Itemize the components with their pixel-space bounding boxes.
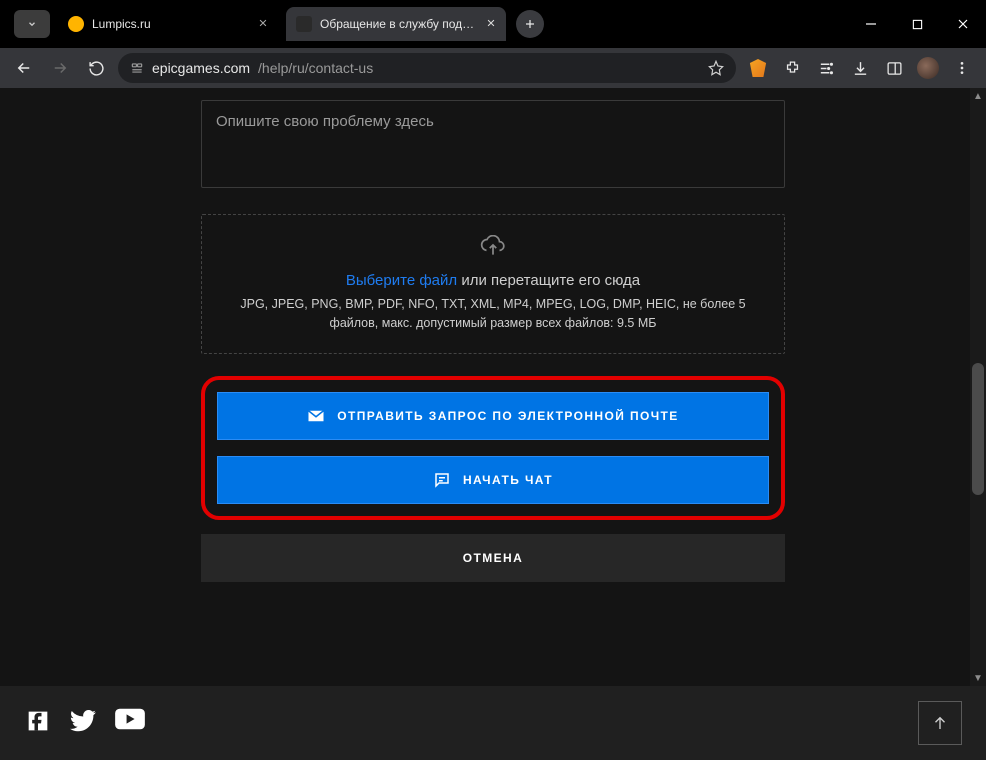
send-email-request-button[interactable]: ОТПРАВИТЬ ЗАПРОС ПО ЭЛЕКТРОННОЙ ПОЧТЕ bbox=[217, 392, 769, 440]
browser-toolbar: epicgames.com/help/ru/contact-us bbox=[0, 48, 986, 88]
reload-button[interactable] bbox=[82, 54, 110, 82]
browser-titlebar: Lumpics.ru Обращение в службу поддер bbox=[0, 0, 986, 48]
youtube-icon[interactable] bbox=[114, 707, 146, 740]
textarea-placeholder: Опишите свою проблему здесь bbox=[216, 113, 434, 130]
tab-label: Обращение в службу поддер bbox=[320, 17, 478, 31]
button-label: НАЧАТЬ ЧАТ bbox=[463, 473, 553, 487]
file-upload-dropzone[interactable]: Выберите файл или перетащите его сюда JP… bbox=[201, 214, 785, 354]
tab-label: Lumpics.ru bbox=[92, 17, 250, 31]
profile-avatar[interactable] bbox=[914, 54, 942, 82]
downloads-icon[interactable] bbox=[846, 54, 874, 82]
cloud-upload-icon bbox=[216, 235, 770, 262]
scroll-up-icon[interactable]: ▲ bbox=[970, 88, 986, 104]
page-content: Опишите свою проблему здесь Выберите фай… bbox=[0, 88, 986, 760]
close-icon[interactable] bbox=[486, 17, 496, 31]
epic-favicon-icon bbox=[296, 16, 312, 32]
new-tab-button[interactable] bbox=[516, 10, 544, 38]
back-button[interactable] bbox=[10, 54, 38, 82]
scrollbar-thumb[interactable] bbox=[972, 363, 984, 495]
url-path: /help/ru/contact-us bbox=[258, 60, 373, 76]
site-settings-icon[interactable] bbox=[130, 61, 144, 75]
profile-search-button[interactable] bbox=[14, 10, 50, 38]
arrow-up-icon bbox=[931, 714, 949, 732]
chat-icon bbox=[433, 471, 451, 489]
metamask-extension-icon[interactable] bbox=[744, 54, 772, 82]
twitter-icon[interactable] bbox=[68, 707, 98, 740]
back-to-top-button[interactable] bbox=[918, 701, 962, 745]
menu-icon[interactable] bbox=[948, 54, 976, 82]
vertical-scrollbar[interactable]: ▲ ▼ bbox=[970, 88, 986, 686]
star-icon[interactable] bbox=[708, 60, 724, 76]
start-chat-button[interactable]: НАЧАТЬ ЧАТ bbox=[217, 456, 769, 504]
address-bar[interactable]: epicgames.com/help/ru/contact-us bbox=[118, 53, 736, 83]
window-controls bbox=[848, 0, 986, 48]
extensions-icon[interactable] bbox=[778, 54, 806, 82]
close-icon[interactable] bbox=[258, 17, 268, 31]
tab-epic-support[interactable]: Обращение в службу поддер bbox=[286, 7, 506, 41]
page-footer bbox=[0, 686, 986, 760]
button-label: ОТПРАВИТЬ ЗАПРОС ПО ЭЛЕКТРОННОЙ ПОЧТЕ bbox=[337, 409, 678, 423]
minimize-button[interactable] bbox=[848, 0, 894, 48]
button-label: ОТМЕНА bbox=[463, 551, 523, 565]
lumpics-favicon-icon bbox=[68, 16, 84, 32]
forward-button[interactable] bbox=[46, 54, 74, 82]
upload-instruction: Выберите файл или перетащите его сюда bbox=[216, 272, 770, 289]
media-controls-icon[interactable] bbox=[812, 54, 840, 82]
mail-icon bbox=[307, 409, 325, 423]
problem-description-textarea[interactable]: Опишите свою проблему здесь bbox=[201, 100, 785, 188]
scroll-down-icon[interactable]: ▼ bbox=[970, 670, 986, 686]
facebook-icon[interactable] bbox=[24, 707, 52, 740]
upload-formats-hint: JPG, JPEG, PNG, BMP, PDF, NFO, TXT, XML,… bbox=[216, 295, 770, 333]
annotation-highlight: ОТПРАВИТЬ ЗАПРОС ПО ЭЛЕКТРОННОЙ ПОЧТЕ НА… bbox=[201, 376, 785, 520]
close-window-button[interactable] bbox=[940, 0, 986, 48]
choose-file-link[interactable]: Выберите файл bbox=[346, 272, 457, 289]
side-panel-icon[interactable] bbox=[880, 54, 908, 82]
maximize-button[interactable] bbox=[894, 0, 940, 48]
cancel-button[interactable]: ОТМЕНА bbox=[201, 534, 785, 582]
tab-lumpics[interactable]: Lumpics.ru bbox=[58, 7, 278, 41]
url-domain: epicgames.com bbox=[152, 60, 250, 76]
